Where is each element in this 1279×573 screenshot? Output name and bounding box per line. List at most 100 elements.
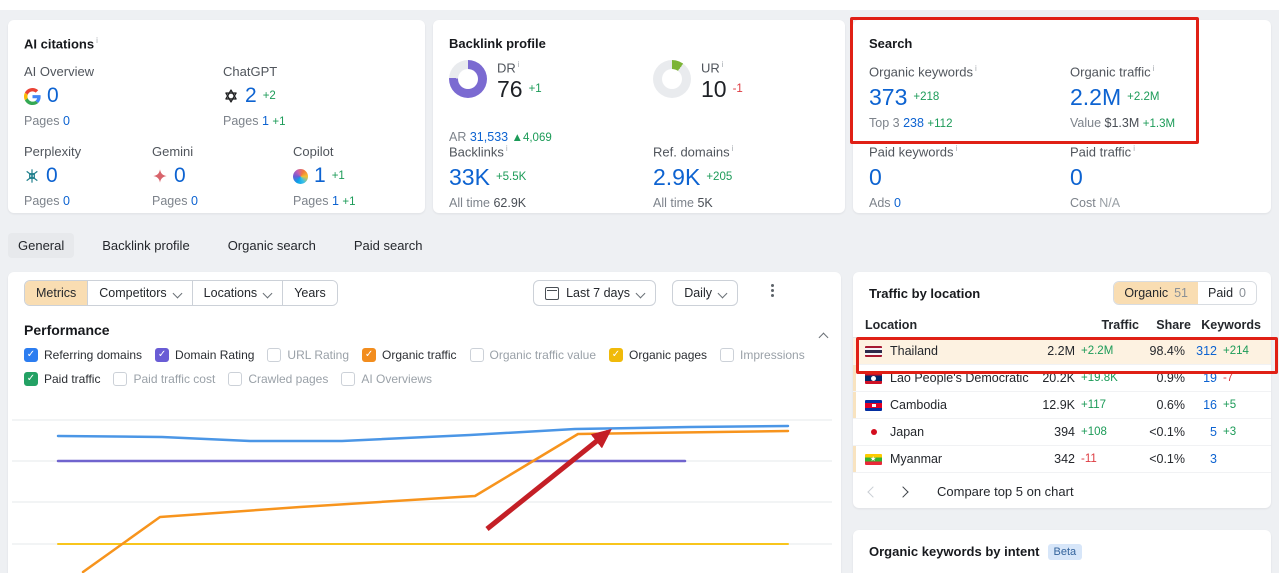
granularity-button[interactable]: Daily xyxy=(672,280,738,306)
info-icon[interactable]: i xyxy=(956,144,958,153)
metric-dr: DR i 76 +1 xyxy=(497,60,542,101)
copilot-value[interactable]: 1 xyxy=(314,164,326,187)
toggle-organic-count: 51 xyxy=(1174,286,1189,300)
pages-value[interactable]: 1 xyxy=(262,114,269,128)
info-icon[interactable]: i xyxy=(1133,144,1135,153)
metric-backlinks: Backlinks i 33K +5.5K All time 62.9K xyxy=(449,144,526,210)
checkbox-organic-traffic[interactable]: ✓ Organic traffic xyxy=(362,348,457,362)
refdomains-value[interactable]: 2.9K xyxy=(653,165,700,189)
ads-value[interactable]: 0 xyxy=(894,196,901,210)
checkbox-referring-domains[interactable]: ✓ Referring domains xyxy=(24,348,142,362)
metric-label: Perplexity xyxy=(24,144,82,159)
col-location: Location xyxy=(865,317,918,332)
chevron-down-icon xyxy=(717,288,728,298)
keywords-value[interactable]: 19 xyxy=(1185,371,1217,385)
col-keywords: Keywords xyxy=(1201,317,1261,332)
tab-organic-search[interactable]: Organic search xyxy=(218,233,326,258)
metric-perplexity: Perplexity 0 Pages 0 xyxy=(24,144,81,208)
location-row-laos[interactable]: Lao People's Democratic Reput 20.2K +19.… xyxy=(853,365,1271,392)
toggle-paid-count: 0 xyxy=(1239,286,1246,300)
locations-button[interactable]: Locations xyxy=(191,281,283,305)
checkbox-paid-traffic[interactable]: ✓ Paid traffic xyxy=(24,372,100,386)
metric-paid-traffic: Paid traffic i 0 Cost N/A xyxy=(1070,144,1135,210)
competitors-button-label: Competitors xyxy=(99,286,167,300)
checkbox-label: Referring domains xyxy=(44,348,143,362)
checkbox-url-rating[interactable]: ✓ URL Rating xyxy=(267,348,349,362)
metrics-button[interactable]: Metrics xyxy=(25,281,88,305)
organic-traffic-value[interactable]: 2.2M xyxy=(1070,85,1121,109)
toggle-paid[interactable]: Paid 0 xyxy=(1198,282,1256,304)
info-icon[interactable]: i xyxy=(975,64,977,73)
pages-value[interactable]: 0 xyxy=(63,194,70,208)
checkbox-crawled-pages[interactable]: ✓ Crawled pages xyxy=(228,372,328,386)
info-icon[interactable]: i xyxy=(722,60,724,69)
metric-chatgpt: ChatGPT 2 +2 Pages 1 +1 xyxy=(223,64,286,128)
pages-value[interactable]: 0 xyxy=(63,114,70,128)
more-options-button[interactable] xyxy=(765,282,781,302)
tab-backlink-profile[interactable]: Backlink profile xyxy=(92,233,199,258)
pages-value[interactable]: 0 xyxy=(191,194,198,208)
pages-label: Pages xyxy=(293,194,329,209)
kebab-icon xyxy=(771,284,774,287)
toggle-organic[interactable]: Organic 51 xyxy=(1114,282,1199,304)
info-icon[interactable]: i xyxy=(96,36,98,45)
metric-organic-traffic: Organic traffic i 2.2M +2.2M Value $1.3M +… xyxy=(1070,64,1175,130)
ai-citations-title: AI citations i xyxy=(24,36,98,51)
dr-label: DR xyxy=(497,60,516,76)
chatgpt-value[interactable]: 2 xyxy=(245,84,257,107)
competitors-button[interactable]: Competitors xyxy=(87,281,192,305)
chevron-up-icon xyxy=(818,332,829,343)
info-icon[interactable]: i xyxy=(1153,64,1155,73)
thailand-flag-icon xyxy=(865,345,882,357)
checkbox-ai-overviews[interactable]: ✓ AI Overviews xyxy=(341,372,432,386)
top3-value[interactable]: 238 xyxy=(903,116,924,130)
checkbox-label: AI Overviews xyxy=(361,372,433,386)
paid-traffic-value[interactable]: 0 xyxy=(1070,165,1083,189)
backlinks-value[interactable]: 33K xyxy=(449,165,490,189)
location-table-header: Location Traffic Share Keywords xyxy=(853,312,1271,338)
checkbox-organic-traffic-value[interactable]: ✓ Organic traffic value xyxy=(469,348,596,362)
info-icon[interactable]: i xyxy=(518,60,520,69)
info-icon[interactable]: i xyxy=(732,144,734,153)
tab-paid-search[interactable]: Paid search xyxy=(344,233,433,258)
checkbox-box: ✓ xyxy=(155,348,170,362)
next-page-icon[interactable] xyxy=(897,485,909,498)
keywords-by-intent-title: Organic keywords by intent xyxy=(869,544,1040,559)
chevron-down-icon xyxy=(635,288,646,298)
date-range-button[interactable]: Last 7 days xyxy=(533,280,656,306)
traffic-value: 20.2K xyxy=(1042,371,1075,385)
ar-value[interactable]: 31,533 xyxy=(470,130,508,144)
checkbox-paid-traffic-cost[interactable]: ✓ Paid traffic cost xyxy=(113,372,215,386)
checkbox-organic-pages[interactable]: ✓ Organic pages xyxy=(609,348,707,362)
paid-keywords-value[interactable]: 0 xyxy=(869,165,882,189)
location-row-cambodia[interactable]: Cambodia 12.9K +117 0.6% 16 +5 xyxy=(853,392,1271,419)
keywords-value[interactable]: 3 xyxy=(1185,452,1217,466)
keywords-value[interactable]: 312 xyxy=(1185,344,1217,358)
location-row-japan[interactable]: Japan 394 +108 <0.1% 5 +3 xyxy=(853,419,1271,446)
gemini-value[interactable]: 0 xyxy=(174,164,186,187)
copilot-icon xyxy=(293,168,308,184)
ai-overview-value[interactable]: 0 xyxy=(47,84,59,107)
location-row-thailand[interactable]: Thailand 2.2M +2.2M 98.4% 312 +214 xyxy=(853,338,1271,365)
prev-page-icon[interactable] xyxy=(867,485,879,498)
checkbox-impressions[interactable]: ✓ Impressions xyxy=(720,348,805,362)
pages-value[interactable]: 1 xyxy=(332,194,339,208)
collapse-section-button[interactable] xyxy=(813,326,829,344)
keywords-value[interactable]: 16 xyxy=(1185,398,1217,412)
checkbox-label: Domain Rating xyxy=(175,348,255,362)
checkbox-domain-rating[interactable]: ✓ Domain Rating xyxy=(155,348,254,362)
chevron-down-icon xyxy=(262,288,273,298)
years-button[interactable]: Years xyxy=(282,281,337,305)
info-icon[interactable]: i xyxy=(506,144,508,153)
perplexity-value[interactable]: 0 xyxy=(46,164,58,187)
location-row-myanmar[interactable]: Myanmar 342 -11 <0.1% 3 xyxy=(853,446,1271,473)
section-tabs: General Backlink profile Organic search … xyxy=(8,232,433,258)
refdomains-delta: +205 xyxy=(706,171,733,184)
performance-chart[interactable] xyxy=(12,400,832,573)
tab-general[interactable]: General xyxy=(8,232,75,258)
cost-label: Cost xyxy=(1070,196,1096,211)
keywords-value[interactable]: 5 xyxy=(1185,425,1217,439)
compare-top5-button[interactable]: Compare top 5 on chart xyxy=(937,484,1074,499)
organic-keywords-value[interactable]: 373 xyxy=(869,85,907,109)
share-value: <0.1% xyxy=(1149,452,1185,466)
